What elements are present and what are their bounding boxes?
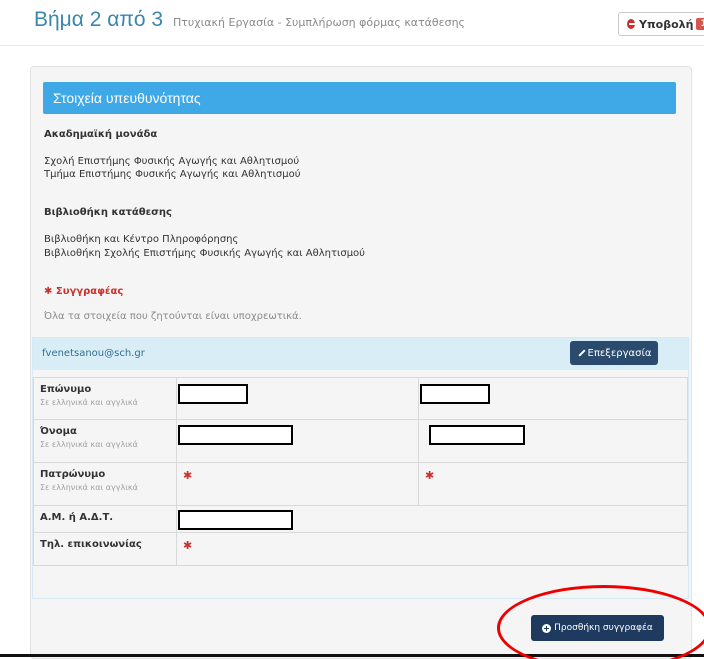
phone-label-cell: Τηλ. επικοινωνίας [33,532,177,566]
library-main: Βιβλιοθήκη και Κέντρο Πληροφόρησης [44,234,239,245]
name-label-cell: Όνομα Σε ελληνικά και αγγλικά [33,419,177,463]
step-indicator: Βήμα 2 από 3 [34,8,164,31]
surname-hint: Σε ελληνικά και αγγλικά [40,398,138,407]
father-name-english-cell: ✱ [418,462,688,506]
phone-label: Τηλ. επικοινωνίας [40,539,142,550]
id-number-label: Α.Μ. ή Α.Δ.Τ. [40,512,114,523]
surname-greek-cell [176,377,419,420]
name-greek-cell [176,419,419,463]
id-number-value-cell [176,505,688,533]
page-subtitle: Πτυχιακή Εργασία - Συμπλήρωση φόρμας κατ… [172,16,465,29]
father-name-label-cell: Πατρώνυμο Σε ελληνικά και αγγλικά [33,462,177,506]
surname-label: Επώνυμο [40,384,92,395]
table-row: Α.Μ. ή Α.Δ.Τ. [33,505,688,533]
id-number-label-cell: Α.Μ. ή Α.Δ.Τ. [33,505,177,533]
minus-circle-icon [627,19,636,29]
academic-unit-department: Τμήμα Επιστήμης Φυσικής Αγωγής και Αθλητ… [44,169,301,180]
section-header: Στοιχεία υπευθυνότητας [43,82,676,114]
edit-author-button[interactable]: Επεξεργασία [570,341,658,365]
table-row: Επώνυμο Σε ελληνικά και αγγλικά [33,377,688,420]
academic-unit-label: Ακαδημαϊκή μονάδα [44,129,158,140]
required-star: ✱ [183,539,193,552]
table-row: Πατρώνυμο Σε ελληνικά και αγγλικά ✱ ✱ [33,462,688,506]
authors-label: ✱ Συγγραφέας [44,286,124,297]
required-star: ✱ [425,469,435,482]
edit-label: Επεξεργασία [587,347,652,359]
phone-value-cell: ✱ [176,532,688,566]
name-english-cell [418,419,688,463]
author-details-table: Επώνυμο Σε ελληνικά και αγγλικά Όνομα Σε… [33,377,688,566]
academic-unit-school: Σχολή Επιστήμης Φυσικής Αγωγής και Αθλητ… [44,156,300,167]
library-school: Βιβλιοθήκη Σχολής Επιστήμης Φυσικής Αγωγ… [44,248,365,259]
surname-greek-redacted [178,384,248,404]
submit-label: Υποβολή [639,17,694,31]
pencil-icon [577,349,585,357]
page-title: Βήμα 2 από 3 Πτυχιακή Εργασία - Συμπλήρω… [34,8,465,32]
table-row: Όνομα Σε ελληνικά και αγγλικά [33,419,688,463]
name-english-redacted [429,425,525,445]
surname-english-redacted [420,384,490,404]
surname-label-cell: Επώνυμο Σε ελληνικά και αγγλικά [33,377,177,420]
submit-badge: 11 [696,18,704,30]
father-name-label: Πατρώνυμο [40,469,106,480]
surname-english-cell [418,377,688,420]
id-number-redacted [178,510,293,530]
library-label: Βιβλιοθήκη κατάθεσης [44,207,172,218]
father-name-greek-cell: ✱ [176,462,419,506]
required-star: ✱ [183,469,193,482]
name-hint: Σε ελληνικά και αγγλικά [40,440,138,449]
submit-button[interactable]: Υποβολή 11 [618,12,704,36]
father-name-hint: Σε ελληνικά και αγγλικά [40,483,138,492]
required-note: Όλα τα στοιχεία που ζητούνται είναι υποχ… [44,311,302,322]
name-label: Όνομα [40,426,77,437]
name-greek-redacted [178,425,293,445]
top-bar: Βήμα 2 από 3 Πτυχιακή Εργασία - Συμπλήρω… [0,0,704,46]
author-email: fvenetsanou@sch.gr [42,348,145,359]
table-row: Τηλ. επικοινωνίας ✱ [33,532,688,566]
